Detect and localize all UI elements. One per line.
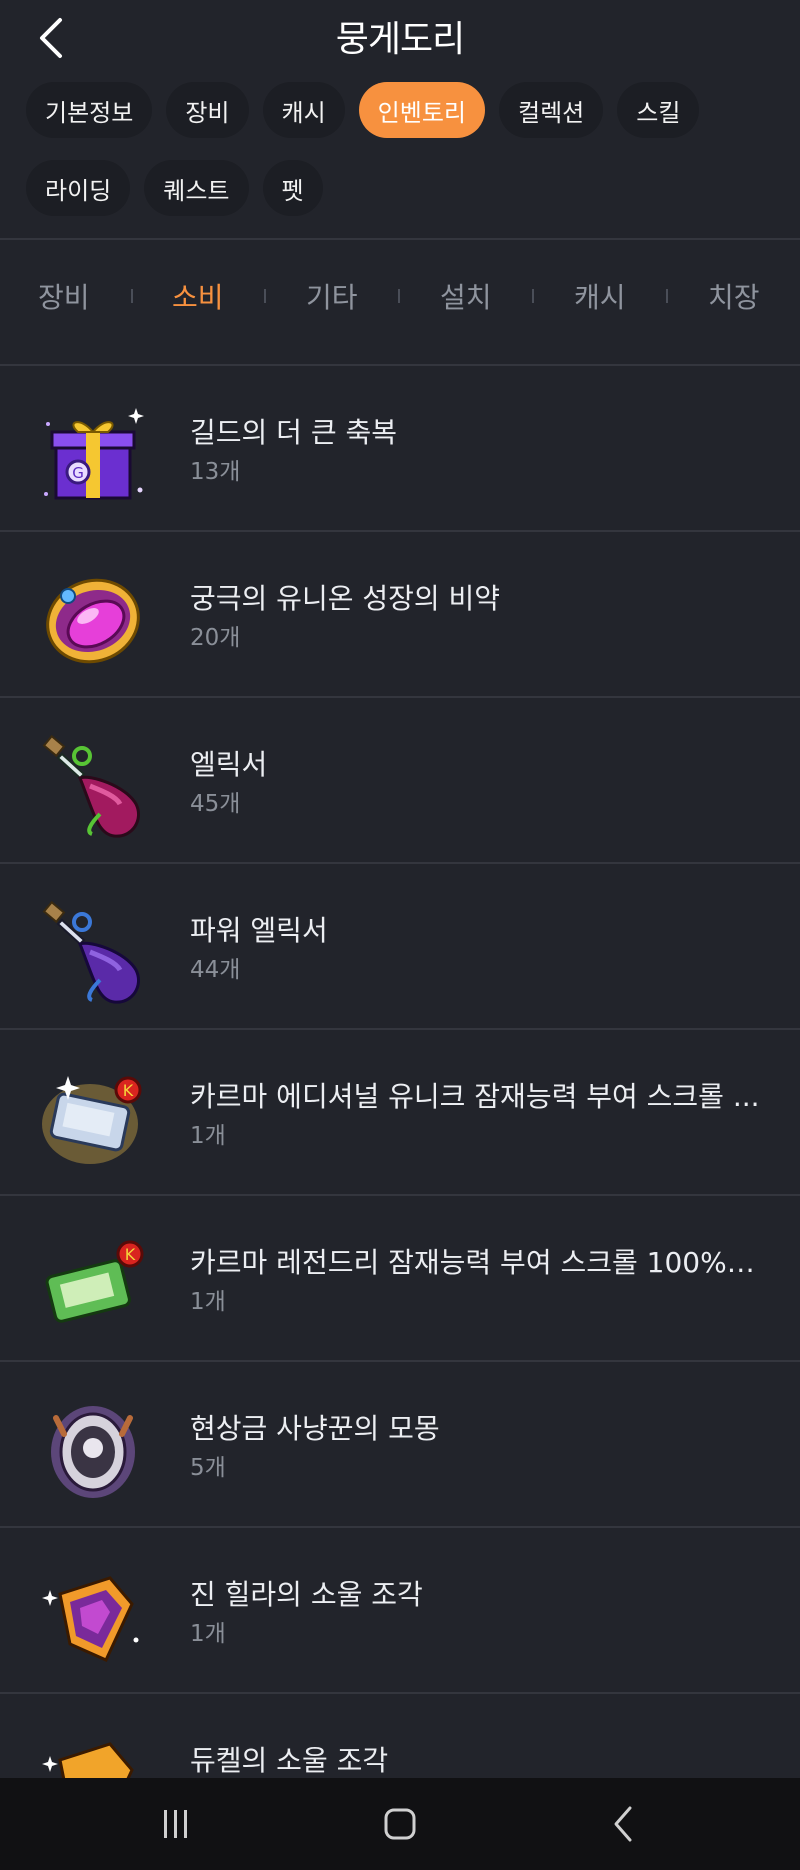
item-name: 궁극의 유니온 성장의 비약 [190, 582, 501, 615]
chip-skill[interactable]: 스킬 [617, 82, 700, 138]
system-back-button[interactable] [594, 1798, 654, 1850]
chip-equipment[interactable]: 장비 [166, 82, 249, 138]
hilla-soul-shard-icon [40, 1564, 146, 1670]
system-nav-bar [0, 1778, 800, 1870]
svg-text:G: G [72, 464, 84, 482]
page-title: 뭉게도리 [335, 19, 465, 60]
tab-consumable[interactable]: 소비 [172, 276, 224, 316]
item-name: 현상금 사냥꾼의 모몽 [190, 1412, 440, 1445]
recent-apps-icon [164, 1810, 187, 1838]
chip-pet[interactable]: 펫 [262, 160, 323, 216]
inventory-tabs: 장비 소비 기타 설치 캐시 치장 [0, 272, 800, 320]
elixir-potion-icon [40, 734, 146, 840]
item-name: 진 힐라의 소울 조각 [190, 1578, 423, 1611]
app-header: 뭉게도리 [0, 0, 800, 75]
item-count: 1개 [190, 1621, 226, 1647]
karma-legendary-scroll-icon: K [40, 1232, 146, 1338]
item-name: 길드의 더 큰 축복 [190, 416, 398, 449]
tab-cash[interactable]: 캐시 [574, 276, 626, 316]
union-gem-icon [40, 568, 146, 674]
chip-row-2: 라이딩 퀘스트 펫 [26, 160, 786, 216]
item-name: 카르마 에디셔널 유니크 잠재능력 부여 스크롤 ... [190, 1080, 760, 1113]
item-count: 1개 [190, 1123, 226, 1149]
guild-gift-box-icon: G [40, 402, 146, 508]
tab-cosmetic[interactable]: 치장 [708, 276, 760, 316]
list-item[interactable]: K 카르마 레전드리 잠재능력 부여 스크롤 100% ... 1개 [0, 1196, 800, 1362]
tab-separator [398, 289, 400, 303]
category-chips: 기본정보 장비 캐시 인벤토리 컬렉션 스킬 라이딩 퀘스트 펫 [26, 82, 786, 238]
list-item[interactable]: 파워 엘릭서 44개 [0, 864, 800, 1030]
chip-row-1: 기본정보 장비 캐시 인벤토리 컬렉션 스킬 [26, 82, 786, 138]
list-item[interactable]: 엘릭서 45개 [0, 698, 800, 864]
chip-cash[interactable]: 캐시 [262, 82, 345, 138]
tab-separator [131, 289, 133, 303]
item-name: 파워 엘릭서 [190, 914, 328, 947]
back-arrow-icon [614, 1806, 632, 1842]
karma-additional-scroll-icon: K [40, 1066, 146, 1172]
tab-separator [532, 289, 534, 303]
chip-riding[interactable]: 라이딩 [26, 160, 131, 216]
bounty-hunter-egg-icon [40, 1398, 146, 1504]
list-item[interactable]: 진 힐라의 소울 조각 1개 [0, 1528, 800, 1694]
list-item[interactable]: G 길드의 더 큰 축복 13개 [0, 366, 800, 532]
svg-text:K: K [125, 1245, 136, 1264]
tab-install[interactable]: 설치 [440, 276, 492, 316]
item-list: G 길드의 더 큰 축복 13개 궁극의 유니온 성장의 비약 20개 엘릭서 … [0, 366, 800, 1860]
item-name: 카르마 레전드리 잠재능력 부여 스크롤 100% ... [190, 1246, 760, 1279]
list-item[interactable]: K 카르마 에디셔널 유니크 잠재능력 부여 스크롤 ... 1개 [0, 1030, 800, 1196]
item-count: 1개 [190, 1289, 226, 1315]
tab-equipment[interactable]: 장비 [38, 276, 90, 316]
tab-etc[interactable]: 기타 [306, 276, 358, 316]
item-name: 듀켈의 소울 조각 [190, 1744, 389, 1777]
home-icon [384, 1808, 416, 1840]
item-name: 엘릭서 [190, 748, 268, 781]
home-button[interactable] [370, 1798, 430, 1850]
list-item[interactable]: 궁극의 유니온 성장의 비약 20개 [0, 532, 800, 698]
chip-collection[interactable]: 컬렉션 [499, 82, 604, 138]
chip-inventory[interactable]: 인벤토리 [358, 82, 485, 138]
recent-apps-button[interactable] [146, 1798, 206, 1850]
item-count: 13개 [190, 459, 241, 485]
power-elixir-potion-icon [40, 900, 146, 1006]
chip-basic-info[interactable]: 기본정보 [26, 82, 153, 138]
item-count: 5개 [190, 1455, 226, 1481]
svg-text:K: K [123, 1081, 134, 1100]
tab-separator [264, 289, 266, 303]
item-count: 45개 [190, 791, 241, 817]
item-count: 44개 [190, 957, 241, 983]
tab-separator [666, 289, 668, 303]
section-divider [0, 238, 800, 240]
chip-quest[interactable]: 퀘스트 [144, 160, 249, 216]
item-count: 20개 [190, 625, 241, 651]
list-item[interactable]: 현상금 사냥꾼의 모몽 5개 [0, 1362, 800, 1528]
